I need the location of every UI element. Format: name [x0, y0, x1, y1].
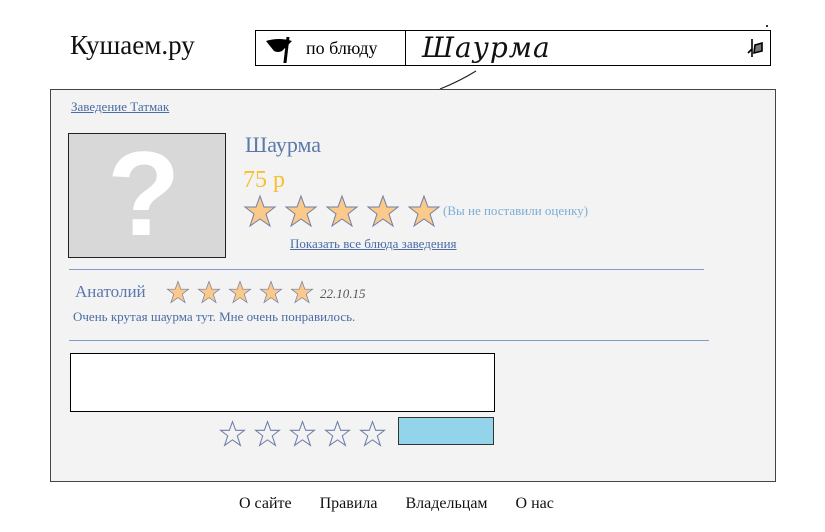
review-date: 22.10.15	[320, 286, 366, 301]
venue-link[interactable]: Заведение Татмак	[71, 99, 169, 115]
star-icon[interactable]	[284, 194, 318, 228]
footer-link-owners[interactable]: Владельцам	[405, 495, 487, 512]
search-mode-select[interactable]: по блюду	[306, 38, 378, 59]
dish-rating[interactable]	[243, 194, 448, 230]
submit-review-button[interactable]	[398, 417, 494, 445]
star-outline-icon[interactable]	[359, 420, 386, 447]
star-outline-icon[interactable]	[289, 420, 316, 447]
stray-dot	[766, 25, 768, 27]
dish-panel: Заведение Татмак ? Шаурма 75 р (Вы не по…	[50, 89, 776, 482]
footer-nav: О сайте Правила Владельцам О нас	[239, 495, 578, 513]
star-outline-icon[interactable]	[254, 420, 281, 447]
search-submit-icon[interactable]	[746, 35, 766, 61]
search-bar: по блюду Шаурма	[255, 30, 771, 90]
dish-price: 75 р	[243, 167, 285, 193]
star-icon	[259, 280, 283, 304]
star-icon	[290, 280, 314, 304]
star-icon	[197, 280, 221, 304]
footer-link-rules[interactable]: Правила	[320, 495, 378, 512]
footer-link-about-us[interactable]: О нас	[516, 495, 554, 512]
star-icon[interactable]	[243, 194, 277, 228]
star-icon[interactable]	[407, 194, 441, 228]
filter-icon[interactable]	[264, 35, 294, 63]
dish-title: Шаурма	[245, 132, 322, 157]
star-outline-icon[interactable]	[324, 420, 351, 447]
review-text: Очень крутая шаурма тут. Мне очень понра…	[73, 309, 356, 324]
dish-photo-placeholder: ?	[68, 133, 226, 258]
site-logo[interactable]: Кушаем.ру	[70, 30, 195, 61]
rating-note: (Вы не поставили оценку)	[443, 203, 589, 218]
comment-input[interactable]	[70, 353, 495, 412]
search-divider	[405, 31, 406, 65]
star-icon	[228, 280, 252, 304]
divider	[69, 340, 709, 341]
review-author: Анатолий	[75, 282, 146, 301]
star-icon[interactable]	[325, 194, 359, 228]
review-rating	[166, 280, 321, 306]
all-dishes-link[interactable]: Показать все блюда заведения	[290, 236, 457, 252]
question-mark-icon: ?	[107, 127, 181, 261]
star-outline-icon[interactable]	[219, 420, 246, 447]
star-icon	[166, 280, 190, 304]
divider	[69, 269, 704, 270]
footer-link-about-site[interactable]: О сайте	[239, 495, 292, 512]
star-icon[interactable]	[366, 194, 400, 228]
new-review-rating[interactable]	[219, 420, 394, 448]
